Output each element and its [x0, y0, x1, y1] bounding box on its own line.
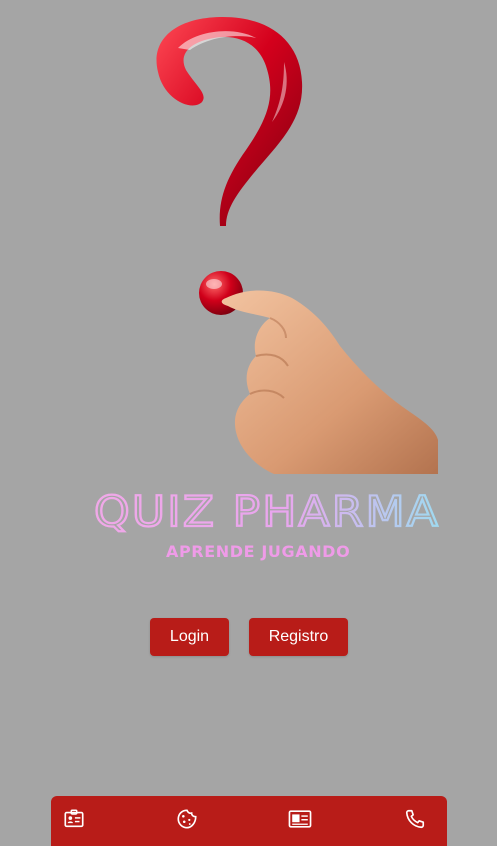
question-mark-hand-illustration: [156, 16, 438, 474]
login-button[interactable]: Login: [150, 618, 229, 656]
brand-title: QUIZ PHARMA: [94, 487, 440, 534]
hero-illustration: [0, 0, 497, 480]
contact-card-icon: [288, 810, 312, 828]
nav-item-contact-card[interactable]: [285, 806, 315, 832]
register-button[interactable]: Registro: [249, 618, 348, 656]
brand-title-graphic: QUIZ PHARMA: [93, 486, 440, 534]
bottom-nav: [51, 796, 447, 846]
nav-item-phone[interactable]: [400, 806, 430, 832]
nav-item-cookies[interactable]: [172, 806, 202, 832]
phone-icon: [405, 809, 425, 829]
id-card-icon: [64, 809, 84, 828]
brand-subtitle: APRENDE JUGANDO: [166, 542, 351, 561]
nav-item-id-card[interactable]: [59, 806, 89, 832]
cookie-icon: [177, 809, 197, 829]
